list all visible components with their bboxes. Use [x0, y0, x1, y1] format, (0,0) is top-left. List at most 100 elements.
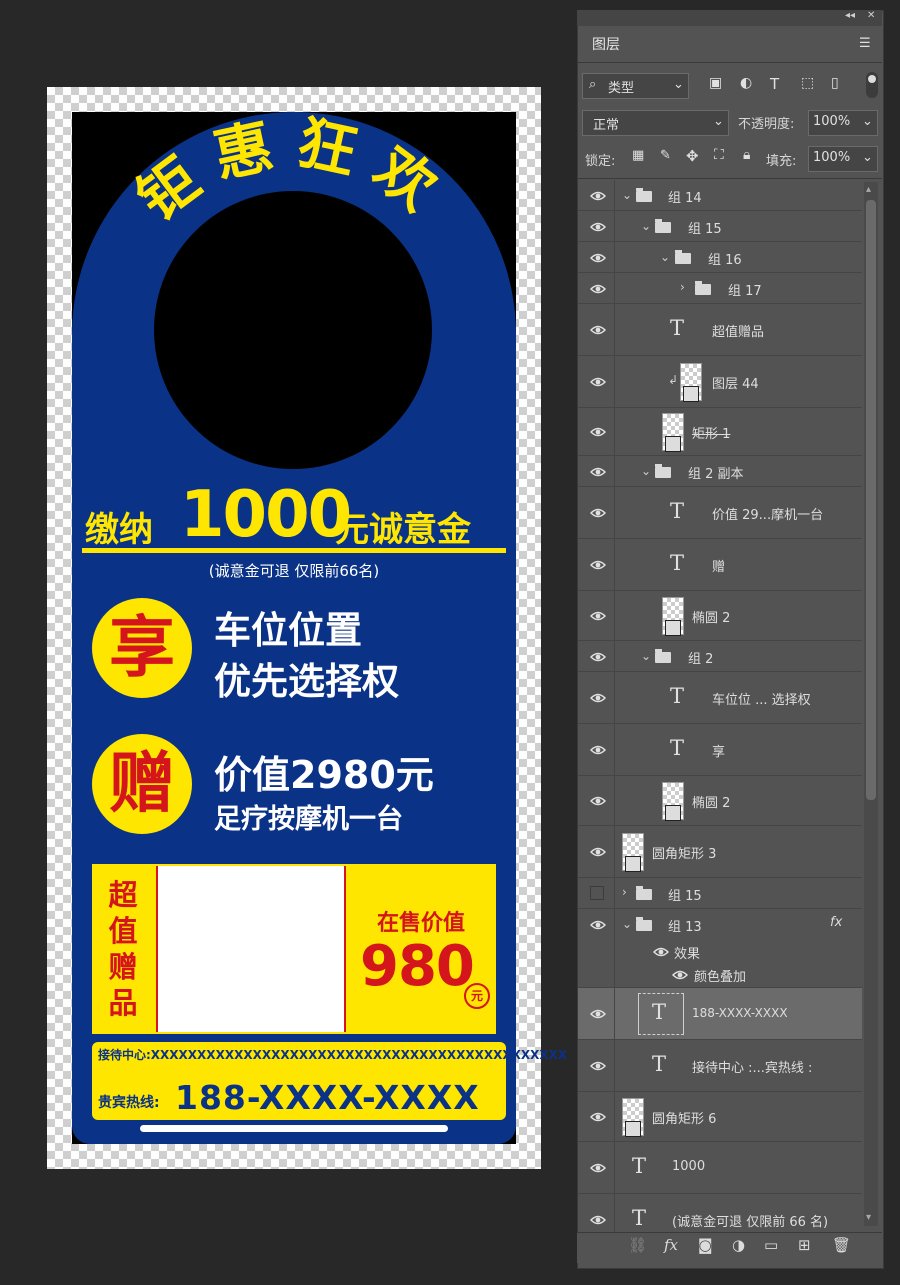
layer-row[interactable]: ↲ 图层 44 — [578, 356, 862, 408]
layer-row[interactable]: T 超值赠品 — [578, 304, 862, 356]
fx-badge[interactable]: fx — [830, 915, 842, 930]
layer-row[interactable]: › 组 15 — [578, 878, 862, 909]
chevron-down-icon: ⌄ — [862, 150, 873, 165]
chevron-down-icon[interactable]: ⌄ — [660, 250, 670, 264]
visibility-eye-icon[interactable] — [589, 917, 607, 933]
filter-toggle[interactable] — [866, 72, 878, 98]
visibility-eye-icon[interactable] — [589, 649, 607, 665]
visibility-eye-icon[interactable] — [589, 424, 607, 440]
lock-position-icon[interactable]: ✥ — [686, 147, 699, 165]
chevron-down-icon[interactable]: ⌄ — [622, 188, 632, 202]
visibility-eye-icon[interactable] — [589, 1212, 607, 1228]
type-filter-icon[interactable]: T — [770, 75, 779, 93]
blend-mode-select[interactable]: 正常 ⌄ — [582, 110, 729, 136]
chevron-down-icon: ⌄ — [673, 77, 684, 92]
layer-row[interactable]: T 车位位 ... 选择权 — [578, 672, 862, 724]
layer-row[interactable]: 圆角矩形 3 — [578, 826, 862, 878]
new-layer-icon[interactable]: ⊞ — [798, 1236, 811, 1254]
sale-unit: 元 — [464, 983, 490, 1009]
collapse-icon[interactable]: ◂◂ — [845, 10, 855, 21]
visibility-eye-icon[interactable] — [589, 505, 607, 521]
blend-mode-value: 正常 — [593, 118, 620, 133]
layer-row[interactable]: ⌄ 组 15 — [578, 211, 862, 242]
layer-row[interactable]: T 赠 — [578, 539, 862, 591]
visibility-eye-icon[interactable] — [589, 1160, 607, 1176]
fill-input[interactable]: 100% ⌄ — [808, 146, 878, 172]
layer-row[interactable]: 圆角矩形 6 — [578, 1092, 862, 1142]
layer-row[interactable]: ⌄ 组 2 副本 — [578, 456, 862, 487]
smartobject-filter-icon[interactable]: ▯ — [831, 75, 839, 91]
visibility-eye-icon[interactable] — [589, 742, 607, 758]
layer-row[interactable]: T 享 — [578, 724, 862, 776]
layer-row[interactable]: T 接待中心 :...宾热线 : — [578, 1040, 862, 1092]
visibility-eye-icon[interactable] — [589, 1058, 607, 1074]
layer-row[interactable]: T 1000 — [578, 1142, 862, 1194]
visibility-eye-icon[interactable] — [589, 250, 607, 266]
chevron-down-icon: ⌄ — [713, 114, 724, 129]
new-group-icon[interactable]: ▭ — [764, 1236, 778, 1254]
scrollbar-thumb[interactable] — [866, 200, 876, 800]
chevron-right-icon[interactable]: › — [622, 885, 627, 899]
layer-row[interactable]: 椭圆 2 — [578, 776, 862, 826]
shape-filter-icon[interactable]: ⬚ — [801, 75, 814, 91]
visibility-eye-icon[interactable] — [589, 793, 607, 809]
effect-row[interactable]: 效果 — [578, 940, 862, 962]
panel-titlebar[interactable]: ◂◂ ✕ — [577, 10, 882, 26]
mask-icon[interactable]: ◙ — [698, 1236, 713, 1254]
panel-menu-icon[interactable]: ☰ — [859, 36, 871, 51]
visibility-eye-icon[interactable] — [589, 557, 607, 573]
visibility-eye-icon[interactable] — [589, 464, 607, 480]
layer-row[interactable]: 椭圆 2 — [578, 591, 862, 641]
chevron-down-icon[interactable]: ⌄ — [641, 219, 651, 233]
opacity-input[interactable]: 100% ⌄ — [808, 110, 878, 136]
layer-row[interactable]: 矩形 1 — [578, 408, 862, 456]
layer-row[interactable]: T 价值 29...摩机一台 — [578, 487, 862, 539]
text-layer-icon: T — [632, 1154, 647, 1178]
layer-row[interactable]: ⌄ 组 2 — [578, 641, 862, 672]
adjustment-filter-icon[interactable]: ◐ — [740, 75, 752, 91]
visibility-eye-icon[interactable] — [589, 188, 607, 204]
visibility-eye-icon[interactable] — [652, 944, 670, 960]
design-title: 钜惠狂欢 — [125, 108, 445, 234]
fx-icon[interactable]: fx — [664, 1236, 678, 1254]
adjustment-layer-icon[interactable]: ◑ — [732, 1236, 745, 1254]
visibility-eye-icon[interactable] — [589, 1109, 607, 1125]
trash-icon[interactable]: 🗑︎ — [832, 1236, 851, 1254]
visibility-eye-icon[interactable] — [589, 690, 607, 706]
visibility-off-box[interactable] — [590, 886, 604, 900]
scroll-up-icon[interactable]: ▴ — [866, 184, 871, 195]
chevron-down-icon[interactable]: ⌄ — [641, 649, 651, 663]
layer-row-selected[interactable]: T 188-XXXX-XXXX — [578, 988, 862, 1040]
scroll-down-icon[interactable]: ▾ — [866, 1212, 871, 1223]
layer-filter-select[interactable]: ⌕ 类型 ⌄ — [582, 73, 689, 99]
layer-row[interactable]: ⌄ 组 14 — [578, 180, 862, 211]
visibility-eye-icon[interactable] — [589, 219, 607, 235]
effect-row[interactable]: 颜色叠加 — [578, 962, 862, 988]
gift-char: 超 — [108, 878, 138, 912]
visibility-eye-icon[interactable] — [589, 608, 607, 624]
layer-name: 椭圆 2 — [692, 796, 731, 811]
link-layers-icon[interactable]: ⛓ — [628, 1236, 647, 1254]
pixel-filter-icon[interactable]: ▣ — [709, 75, 722, 91]
svg-text:钜惠狂欢: 钜惠狂欢 — [125, 108, 463, 234]
lock-artboard-icon[interactable]: ⛶ — [714, 147, 724, 163]
chevron-down-icon[interactable]: ⌄ — [641, 464, 651, 478]
lock-all-icon[interactable]: 🔒︎ — [743, 147, 750, 163]
visibility-eye-icon[interactable] — [589, 374, 607, 390]
tab-layers[interactable]: 图层 — [581, 28, 631, 62]
layer-row[interactable]: T (诚意金可退 仅限前 66 名) — [578, 1194, 862, 1232]
lock-pixels-icon[interactable]: ✎ — [660, 148, 671, 163]
close-icon[interactable]: ✕ — [867, 10, 875, 21]
layer-row[interactable]: ⌄ 组 13 fx — [578, 909, 862, 940]
lock-transparency-icon[interactable]: ▦ — [632, 148, 644, 163]
perk1-line2: 优先选择权 — [214, 660, 399, 703]
visibility-eye-icon[interactable] — [589, 1006, 607, 1022]
layer-row[interactable]: › 组 17 — [578, 273, 862, 304]
layer-row[interactable]: ⌄ 组 16 — [578, 242, 862, 273]
chevron-down-icon[interactable]: ⌄ — [622, 917, 632, 931]
chevron-right-icon[interactable]: › — [680, 280, 685, 294]
visibility-eye-icon[interactable] — [589, 281, 607, 297]
visibility-eye-icon[interactable] — [671, 967, 689, 983]
visibility-eye-icon[interactable] — [589, 322, 607, 338]
visibility-eye-icon[interactable] — [589, 844, 607, 860]
